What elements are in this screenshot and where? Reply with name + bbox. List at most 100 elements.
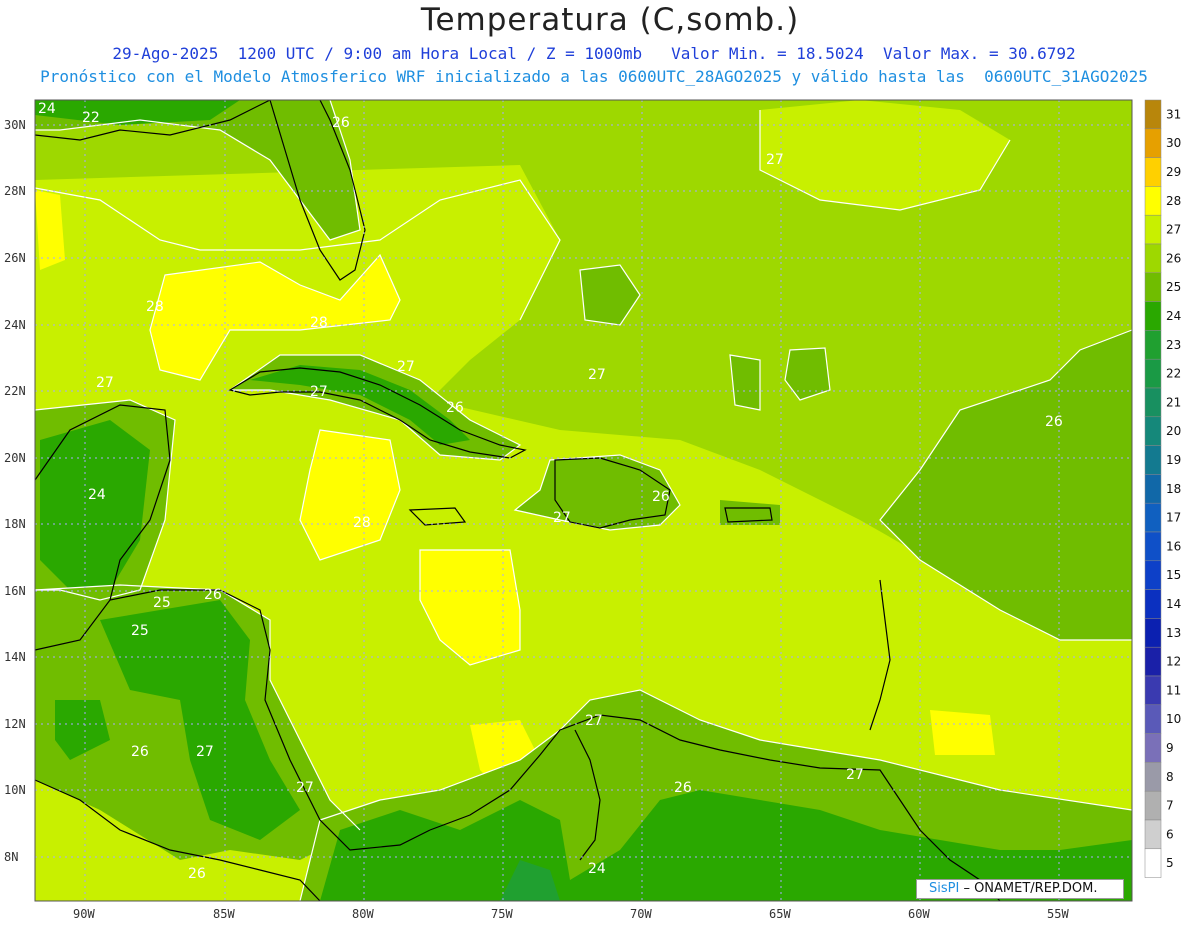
colorbar-swatch — [1144, 214, 1162, 245]
colorbar-label: 10 — [1166, 712, 1181, 726]
contour-label: 27 — [766, 152, 784, 168]
lon-label: 60W — [908, 907, 930, 921]
contour-label: 24 — [588, 861, 606, 877]
colorbar: 31 30 29 28 27 26 25 24 23 22 21 20 19 18 17 16 15 14 13 12… — [1144, 99, 1181, 878]
colorbar-swatch — [1144, 733, 1162, 763]
colorbar-label: 5 — [1166, 856, 1174, 870]
colorbar-label: 12 — [1166, 655, 1181, 669]
colorbar-swatch — [1144, 848, 1162, 878]
colorbar-label: 17 — [1166, 511, 1181, 525]
contour-label: 26 — [652, 489, 670, 505]
contour-label: 28 — [353, 515, 371, 531]
colorbar-label: 30 — [1166, 136, 1181, 150]
lat-label: 24N — [4, 318, 26, 332]
lat-label: 26N — [4, 251, 26, 265]
colorbar-label: 7 — [1166, 799, 1174, 813]
temperature-field — [35, 100, 1132, 901]
contour-label: 26 — [674, 780, 692, 796]
colorbar-label: 25 — [1166, 280, 1181, 294]
colorbar-label: 29 — [1166, 165, 1181, 179]
lon-label: 70W — [630, 907, 652, 921]
colorbar-swatch — [1144, 358, 1162, 389]
contour-label: 28 — [310, 315, 328, 331]
colorbar-swatch — [1144, 445, 1162, 475]
contour-label: 26 — [332, 115, 350, 131]
lat-label: 18N — [4, 517, 26, 531]
contour-label: 26 — [131, 744, 149, 760]
colorbar-swatch — [1144, 128, 1162, 158]
colorbar-label: 26 — [1166, 251, 1181, 265]
contour-label: 26 — [446, 400, 464, 416]
colorbar-label: 22 — [1166, 367, 1181, 381]
credit-text: ONAMET/REP.DOM. — [974, 881, 1098, 896]
colorbar-swatch — [1144, 243, 1162, 274]
contour-label: 25 — [131, 623, 149, 639]
colorbar-label: 23 — [1166, 338, 1181, 352]
contour-label: 26 — [204, 587, 222, 603]
lat-label: 28N — [4, 184, 26, 198]
colorbar-swatch — [1144, 502, 1162, 533]
credit-separator: – — [959, 881, 975, 896]
contour-label: 27 — [96, 375, 114, 391]
colorbar-swatch — [1144, 531, 1162, 562]
colorbar-swatch — [1144, 618, 1162, 648]
colorbar-swatch — [1144, 330, 1162, 360]
lon-label: 65W — [769, 907, 791, 921]
contour-label: 27 — [585, 713, 603, 729]
colorbar-label: 11 — [1166, 683, 1181, 697]
lon-label: 90W — [73, 907, 95, 921]
colorbar-swatch — [1144, 272, 1162, 302]
colorbar-swatch — [1144, 819, 1162, 850]
lat-label: 16N — [4, 584, 26, 598]
colorbar-swatch — [1144, 99, 1162, 130]
colorbar-label: 20 — [1166, 424, 1181, 438]
contour-label: 27 — [296, 780, 314, 796]
colorbar-label: 8 — [1166, 770, 1174, 784]
map-title: Temperatura (C,somb.) — [420, 2, 800, 38]
colorbar-label: 24 — [1166, 309, 1181, 323]
contour-label: 28 — [146, 299, 164, 315]
lon-axis: 90W 85W 80W 75W 70W 65W 60W 55W — [73, 907, 1069, 921]
colorbar-swatch — [1144, 301, 1162, 331]
colorbar-label: 18 — [1166, 482, 1181, 496]
contour-label: 22 — [82, 110, 100, 126]
colorbar-label: 21 — [1166, 395, 1181, 409]
contour-label: 27 — [588, 367, 606, 383]
colorbar-label: 28 — [1166, 194, 1181, 208]
colorbar-label: 6 — [1166, 827, 1174, 841]
contour-label: 24 — [88, 487, 106, 503]
lat-label: 8N — [4, 850, 18, 864]
lat-label: 12N — [4, 717, 26, 731]
contour-label: 27 — [846, 767, 864, 783]
contour-label: 27 — [196, 744, 214, 760]
forecast-validity-line: 29-Ago-2025 1200 UTC / 9:00 am Hora Loca… — [112, 44, 1076, 63]
colorbar-label: 31 — [1166, 107, 1181, 121]
contour-label: 26 — [188, 866, 206, 882]
colorbar-label: 9 — [1166, 741, 1174, 755]
lat-label: 10N — [4, 783, 26, 797]
weather-map: 30N 28N 26N 24N 22N 20N 18N 16N 14N 12N … — [4, 99, 1181, 921]
colorbar-label: 15 — [1166, 568, 1181, 582]
contour-label: 26 — [1045, 414, 1063, 430]
colorbar-swatch — [1144, 416, 1162, 446]
model-info-line: Pronóstico con el Modelo Atmosferico WRF… — [40, 67, 1148, 86]
colorbar-swatch — [1144, 387, 1162, 418]
lon-label: 85W — [213, 907, 235, 921]
sispi-logo-text: SisPI — [929, 881, 960, 896]
colorbar-swatch — [1144, 157, 1162, 187]
lat-label: 22N — [4, 384, 26, 398]
colorbar-label: 27 — [1166, 223, 1181, 237]
colorbar-label: 19 — [1166, 453, 1181, 467]
lon-label: 80W — [352, 907, 374, 921]
credit-box: SisPI – ONAMET/REP.DOM. — [916, 879, 1124, 899]
lat-axis: 30N 28N 26N 24N 22N 20N 18N 16N 14N 12N … — [4, 118, 26, 864]
colorbar-swatch — [1144, 646, 1162, 677]
colorbar-swatch — [1144, 762, 1162, 792]
lon-label: 75W — [491, 907, 513, 921]
colorbar-swatch — [1144, 474, 1162, 504]
lat-label: 20N — [4, 451, 26, 465]
colorbar-label: 13 — [1166, 626, 1181, 640]
colorbar-swatch — [1144, 704, 1162, 734]
colorbar-swatch — [1144, 560, 1162, 590]
colorbar-label: 16 — [1166, 539, 1181, 553]
